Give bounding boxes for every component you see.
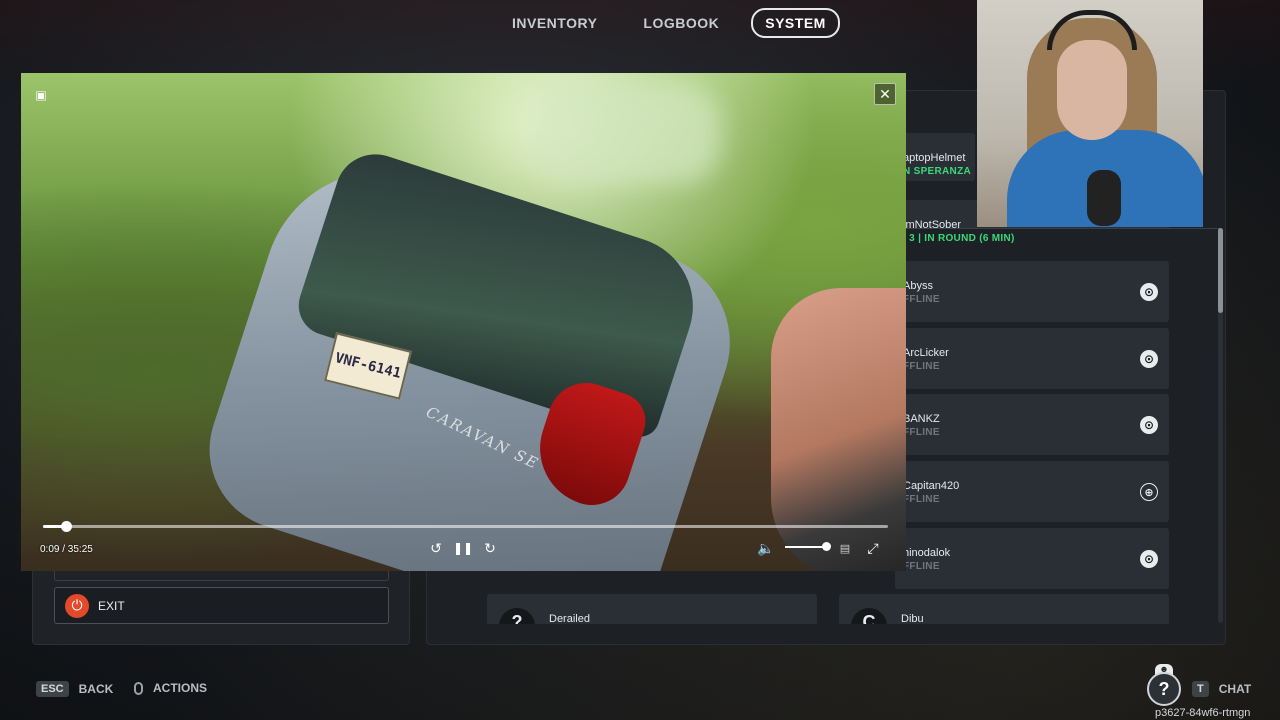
steam-icon: ⊙	[1140, 283, 1158, 301]
microphone-icon	[1087, 170, 1121, 226]
friend-card[interactable]: BANKZ FFLINE ⊙	[895, 394, 1169, 455]
friend-name: aptopHelmet	[903, 152, 966, 164]
friends-scrollbar[interactable]	[1218, 228, 1223, 623]
friend-status: FFLINE	[903, 294, 940, 305]
globe-icon: ⊕	[1140, 483, 1158, 501]
volume-icon[interactable]: 🔈	[757, 539, 775, 557]
video-player[interactable]: VNF-6141 CARAVAN SE ▣ ✕ 0:09 / 35:25 ↺ ❚…	[21, 73, 906, 571]
progress-knob[interactable]	[60, 521, 72, 532]
volume-knob[interactable]	[822, 542, 831, 551]
actions-hint[interactable]: ACTIONS	[134, 681, 207, 695]
video-progress-bar[interactable]	[43, 521, 888, 532]
help-button[interactable]: ?	[1147, 672, 1181, 706]
pause-icon[interactable]: ❚❚	[453, 539, 473, 557]
friend-status: / 3 | IN ROUND (6 MIN)	[903, 233, 1015, 244]
friend-status: N SPERANZA	[903, 166, 972, 177]
tab-system[interactable]: SYSTEM	[751, 8, 840, 38]
video-time: 0:09 / 35:25	[40, 544, 93, 555]
steam-icon: ⊙	[1140, 550, 1158, 568]
rewind-icon[interactable]: ↺	[427, 539, 445, 557]
exit-button[interactable]: ⏻ EXIT	[54, 587, 389, 624]
exit-label: EXIT	[98, 598, 125, 613]
chat-label: CHAT	[1218, 682, 1252, 696]
top-nav: INVENTORY LOGBOOK SYSTEM	[498, 8, 840, 38]
tab-inventory[interactable]: INVENTORY	[498, 8, 611, 38]
friend-card[interactable]: aptopHelmet N SPERANZA	[895, 133, 975, 181]
blurred-region	[531, 83, 721, 183]
friend-card[interactable]: Abyss FFLINE ⊙	[895, 261, 1169, 322]
tab-logbook[interactable]: LOGBOOK	[629, 8, 733, 38]
webcam-overlay	[977, 0, 1203, 227]
friend-name: Abyss	[903, 280, 933, 292]
friend-name: hinodalok	[903, 547, 951, 559]
actions-label: ACTIONS	[153, 681, 207, 695]
power-icon: ⏻	[65, 593, 89, 618]
friend-name: BANKZ	[903, 413, 940, 425]
friend-status: FFLINE	[903, 494, 940, 505]
friend-status: FFLINE	[903, 427, 940, 438]
steam-icon: ⊙	[1140, 350, 1158, 368]
scrollbar-thumb[interactable]	[1218, 228, 1223, 313]
friend-status: FFLINE	[903, 361, 940, 372]
friend-card[interactable]: hinodalok FFLINE ⊙	[895, 528, 1169, 589]
friend-card[interactable]: ArcLicker FFLINE ⊙	[895, 328, 1169, 389]
back-label: BACK	[78, 682, 114, 696]
close-icon[interactable]: ✕	[874, 83, 896, 105]
session-id: p3627-84wf6-rtmgn	[1155, 707, 1251, 719]
chat-hint[interactable]: T CHAT	[1192, 681, 1251, 697]
volume-slider[interactable]	[785, 546, 827, 548]
unknown-avatar-icon: ?	[499, 608, 535, 624]
friend-name: Derailed	[549, 613, 590, 624]
steam-icon: ⊙	[1140, 416, 1158, 434]
friend-name: Capitan420	[903, 480, 960, 492]
pip-icon[interactable]: ▣	[33, 87, 49, 103]
fullscreen-icon[interactable]: ⤢	[864, 539, 882, 557]
friend-name: ArcLicker	[903, 347, 949, 359]
person-face	[1057, 40, 1127, 140]
back-hint[interactable]: ESC BACK	[36, 681, 113, 697]
t-key: T	[1192, 681, 1209, 697]
friend-status: FFLINE	[903, 561, 940, 572]
captions-icon[interactable]: ▤	[836, 539, 854, 557]
forward-icon[interactable]: ↻	[481, 539, 499, 557]
headset-icon	[1047, 10, 1137, 50]
friend-card[interactable]: C Dibu	[839, 594, 1169, 624]
esc-key: ESC	[36, 681, 69, 697]
friend-name: lmNotSober	[903, 219, 962, 231]
mouse-icon	[134, 681, 143, 695]
friend-card[interactable]: Capitan420 FFLINE ⊕	[895, 461, 1169, 522]
friend-card[interactable]: ? Derailed	[487, 594, 817, 624]
avatar: C	[851, 608, 887, 624]
hand-holding-device	[771, 288, 906, 571]
friend-name: Dibu	[901, 613, 924, 624]
